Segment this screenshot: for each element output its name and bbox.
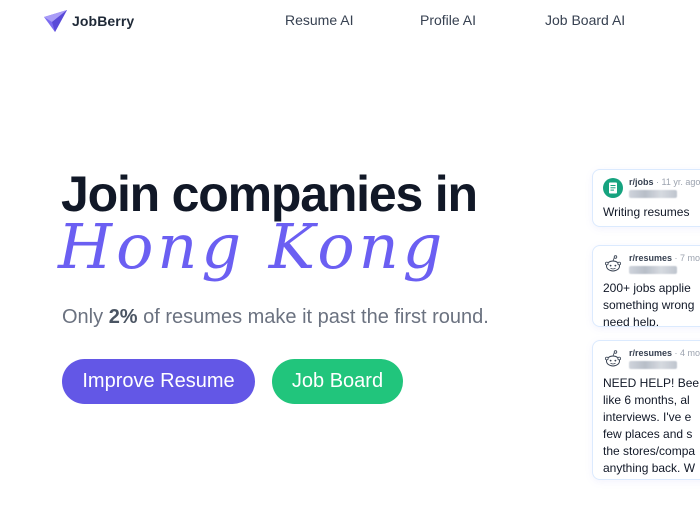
- hero-location-script: Hong Kong: [57, 210, 442, 283]
- post-card[interactable]: r/resumes · 4 mo NEED HELP! Bee like 6 m…: [592, 340, 700, 480]
- hero-location: Hong Kong: [57, 210, 446, 283]
- post-meta-line: r/resumes · 7 mo: [629, 253, 700, 263]
- post-meta: r/resumes · 4 mo: [629, 348, 700, 369]
- post-card[interactable]: r/resumes · 7 mo 200+ jobs applie someth…: [592, 245, 700, 327]
- nav-link-resume-ai[interactable]: Resume AI: [285, 12, 353, 28]
- brand-logo[interactable]: JobBerry: [43, 9, 134, 33]
- hero-subtitle-stat: 2%: [108, 306, 138, 328]
- post-card-header: r/resumes · 7 mo: [603, 253, 700, 274]
- post-meta-line: r/jobs · 11 yr. ago: [629, 177, 700, 187]
- post-time: · 7 mo: [674, 253, 700, 263]
- brand-name: JobBerry: [72, 13, 135, 29]
- hero-subtitle-pre: Only: [62, 306, 109, 328]
- post-card-header: r/resumes · 4 mo: [603, 348, 700, 369]
- post-card-header: r/jobs · 11 yr. ago: [603, 177, 700, 198]
- post-card[interactable]: r/jobs · 11 yr. ago Writing resumes: [592, 169, 700, 227]
- hero-location-container: Hong Kong: [57, 210, 442, 295]
- post-time: · 4 mo: [674, 348, 700, 358]
- subreddit-name[interactable]: r/jobs: [629, 177, 654, 187]
- reddit-alien-icon: [605, 349, 622, 366]
- nav-link-job-board-ai[interactable]: Job Board AI: [545, 12, 625, 28]
- blurred-username: [629, 361, 677, 369]
- paper-plane-icon: [44, 10, 67, 32]
- hero-subtitle-post: of resumes make it past the first round.: [137, 306, 489, 328]
- hero-subtitle: Only 2% of resumes make it past the firs…: [62, 306, 489, 329]
- subreddit-name[interactable]: r/resumes: [629, 253, 672, 263]
- document-icon: [603, 177, 623, 198]
- post-text: Writing resumes: [603, 205, 690, 219]
- landing-page: JobBerry Resume AI Profile AI Job Board …: [0, 0, 700, 525]
- blurred-username: [629, 190, 677, 198]
- post-meta-line: r/resumes · 4 mo: [629, 348, 700, 358]
- post-time: · 11 yr. ago: [656, 177, 700, 187]
- improve-resume-button[interactable]: Improve Resume: [62, 359, 255, 404]
- post-meta: r/resumes · 7 mo: [629, 253, 700, 274]
- nav-link-profile-ai[interactable]: Profile AI: [420, 12, 476, 28]
- post-text: 200+ jobs applie something wrong need he…: [603, 281, 695, 327]
- blurred-username: [629, 266, 677, 274]
- post-meta: r/jobs · 11 yr. ago: [629, 177, 700, 198]
- post-text: NEED HELP! Bee like 6 months, al intervi…: [603, 376, 700, 475]
- job-board-button[interactable]: Job Board: [272, 359, 403, 404]
- subreddit-name[interactable]: r/resumes: [629, 348, 672, 358]
- reddit-alien-icon: [605, 254, 622, 271]
